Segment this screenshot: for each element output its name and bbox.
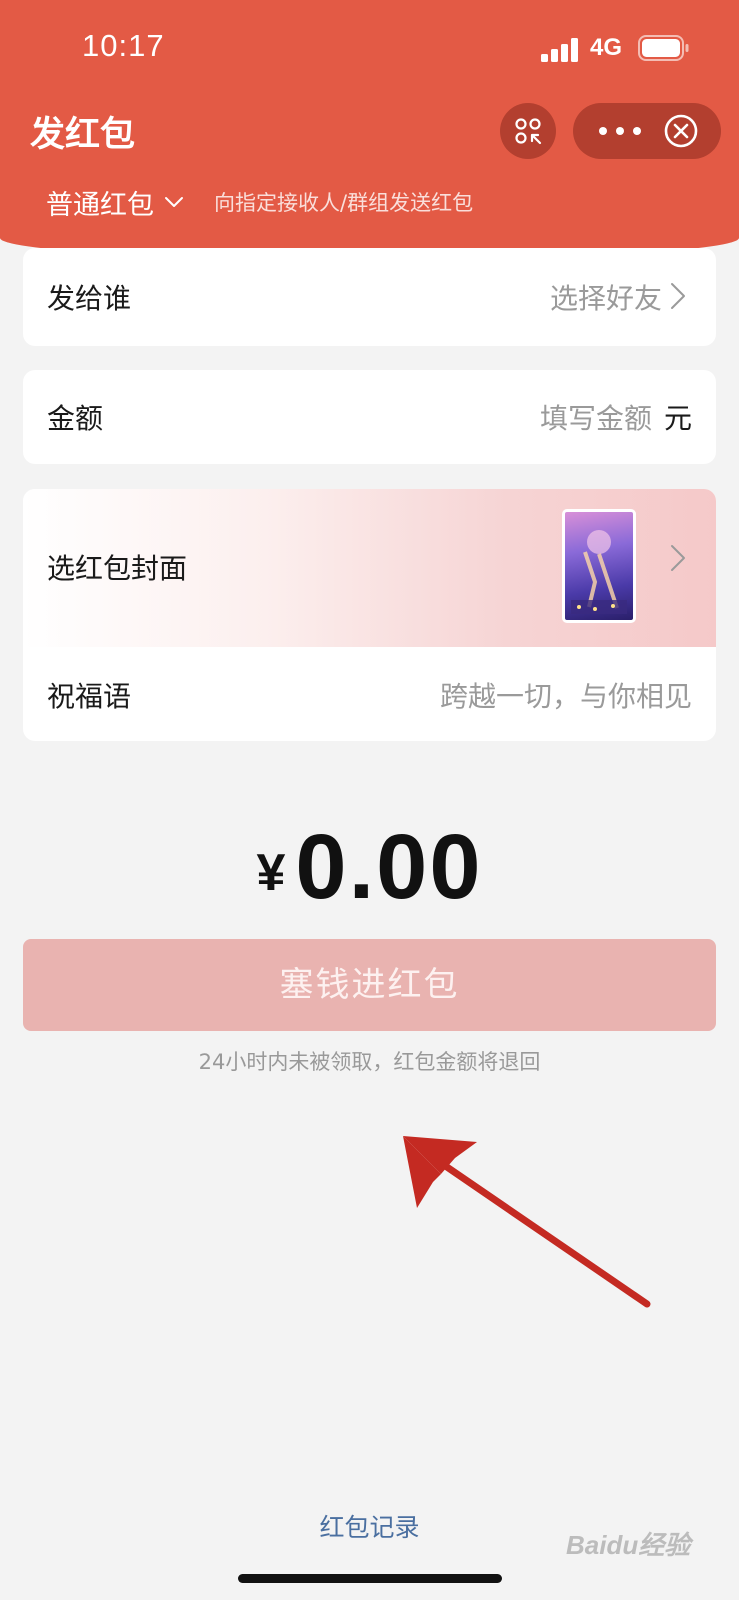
cover-thumbnail (562, 509, 636, 623)
cover-row[interactable]: 选红包封面 (23, 489, 716, 647)
recipient-value: 选择好友 (549, 282, 662, 315)
cover-greeting-card: 选红包封面 祝福语 跨越一切，与你相见 (23, 489, 716, 741)
miniprogram-capsule (573, 103, 721, 159)
page-title: 发红包 (30, 115, 136, 155)
total-amount: ¥0.00 (0, 815, 739, 920)
packet-type-selector[interactable]: 普通红包 向指定接收人/群组发送红包 (46, 182, 473, 222)
recipient-label: 发给谁 (47, 282, 132, 315)
currency-symbol: ¥ (256, 844, 286, 902)
signal-icon (541, 38, 578, 62)
greeting-input[interactable]: 跨越一切，与你相见 (440, 675, 692, 715)
greeting-label: 祝福语 (47, 680, 132, 713)
baidu-watermark: Baidu经验 (566, 1530, 691, 1560)
chevron-down-icon (165, 197, 183, 207)
status-time: 10:17 (82, 28, 165, 63)
chevron-right-icon (671, 545, 685, 571)
miniprogram-switch-button[interactable] (500, 103, 556, 159)
amount-row: 金额 填写金额 元 (23, 370, 716, 464)
submit-button[interactable]: 塞钱进红包 (23, 939, 716, 1031)
switch-icon (515, 118, 542, 145)
annotation-arrow (403, 1136, 651, 1308)
amount-label: 金额 (47, 402, 104, 435)
total-value: 0.00 (295, 816, 483, 918)
greeting-row: 祝福语 跨越一切，与你相见 (23, 647, 716, 741)
packet-type-description: 向指定接收人/群组发送红包 (214, 191, 474, 215)
close-icon[interactable] (663, 113, 699, 149)
refund-note: 24小时内未被领取，红包金额将退回 (198, 1050, 541, 1074)
more-icon[interactable] (595, 121, 645, 141)
amount-input[interactable]: 填写金额 (540, 397, 652, 437)
packet-type-label: 普通红包 (46, 189, 154, 221)
cover-label: 选红包封面 (47, 552, 188, 585)
home-indicator (238, 1574, 502, 1583)
battery-icon (638, 35, 689, 61)
amount-unit: 元 (663, 402, 692, 435)
network-type: 4G (590, 34, 623, 61)
chevron-right-icon (671, 283, 685, 309)
recipient-row[interactable]: 发给谁 选择好友 (23, 248, 716, 346)
